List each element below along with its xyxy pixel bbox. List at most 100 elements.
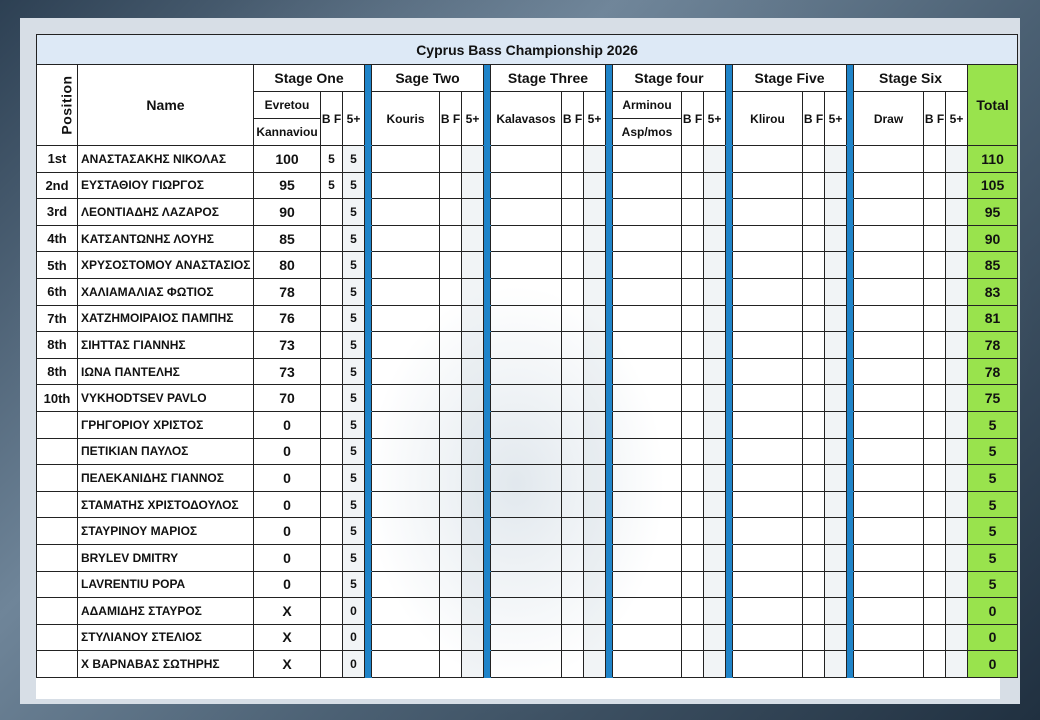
stage-separator	[483, 171, 491, 200]
stage-2-points-cell	[371, 145, 440, 173]
stage-one-points-cell: 90	[253, 198, 321, 226]
stage-separator	[483, 570, 491, 599]
stage-one-five-plus-cell: 5	[342, 224, 365, 253]
venue-stage-four-bottom: Asp/mos	[612, 118, 682, 146]
stage-one-points-cell: X	[253, 597, 321, 625]
stage-separator	[364, 597, 372, 625]
stage-separator	[846, 517, 854, 545]
stage-6-five-plus-cell	[945, 543, 968, 572]
stage-one-points-cell: X	[253, 650, 321, 678]
stage-6-five-plus-cell	[945, 171, 968, 200]
stage-4-points-cell	[612, 543, 682, 572]
stage-4-five-plus-cell	[703, 198, 726, 226]
stage-6-five-plus-cell	[945, 490, 968, 519]
stage-separator	[725, 437, 733, 466]
stage-one-five-plus-cell: 5	[342, 570, 365, 599]
stage-three-header: Stage Three	[490, 64, 606, 92]
stage-5-bf-cell	[802, 171, 825, 200]
stage-separator	[725, 331, 733, 359]
stage-4-bf-cell	[681, 277, 704, 306]
name-cell: ΣΤΥΛΙΑΝΟΥ ΣΤΕΛΙΟΣ	[77, 623, 254, 652]
stage-4-five-plus-cell	[703, 384, 726, 412]
stage-4-bf-cell	[681, 410, 704, 439]
stage-separator	[364, 145, 372, 173]
stage-separator	[605, 304, 613, 333]
table-row: 8th ΙΩΝΑ ΠΑΝΤΕΛΗΣ 73 5 78	[36, 357, 1019, 386]
stage-4-five-plus-cell	[703, 251, 726, 279]
stage-5-bf-cell	[802, 650, 825, 678]
stage-3-points-cell	[490, 277, 562, 306]
stage-6-bf-cell	[923, 650, 946, 678]
stage-2-five-plus-cell	[461, 145, 484, 173]
stage-separator	[725, 517, 733, 545]
stage-separator	[364, 277, 372, 306]
stage-6-points-cell	[853, 543, 924, 572]
stage-6-points-cell	[853, 224, 924, 253]
position-cell: 2nd	[36, 171, 78, 200]
stage-2-points-cell	[371, 490, 440, 519]
stage-4-bf-cell	[681, 597, 704, 625]
venue-stage-six: Draw	[853, 91, 924, 146]
stage-4-five-plus-cell	[703, 304, 726, 333]
stage-3-bf-cell	[561, 277, 584, 306]
table-row: ΓΡΗΓΟΡΙΟΥ ΧΡΙΣΤΟΣ 0 5 5	[36, 410, 1019, 439]
position-cell	[36, 437, 78, 466]
stage-2-points-cell	[371, 251, 440, 279]
stage-6-five-plus-cell	[945, 384, 968, 412]
stage-one-bf-cell: 5	[320, 145, 343, 173]
name-cell: ΑΔΑΜΙΔΗΣ ΣΤΑΥΡΟΣ	[77, 597, 254, 625]
stage-5-bf-cell	[802, 384, 825, 412]
stage-6-bf-cell	[923, 304, 946, 333]
stage-3-bf-cell	[561, 384, 584, 412]
stage-3-points-cell	[490, 198, 562, 226]
stage-5-five-plus-cell	[824, 650, 847, 678]
stage-one-five-plus-cell: 5	[342, 437, 365, 466]
stage-6-bf-cell	[923, 384, 946, 412]
position-cell	[36, 570, 78, 599]
stage-separator	[483, 251, 491, 279]
stage-4-five-plus-cell	[703, 623, 726, 652]
stage-4-bf-cell	[681, 331, 704, 359]
stage-3-bf-cell	[561, 437, 584, 466]
stage-4-points-cell	[612, 597, 682, 625]
stage-5-five-plus-cell	[824, 410, 847, 439]
stage-3-points-cell	[490, 384, 562, 412]
venue-stage-four-top: Arminou	[612, 91, 682, 119]
stage-4-bf-cell	[681, 650, 704, 678]
stage-5-five-plus-cell	[824, 304, 847, 333]
stage-4-bf-cell	[681, 224, 704, 253]
total-cell: 95	[966, 198, 1019, 226]
stage-separator	[364, 357, 372, 386]
stage-one-points-cell: 76	[253, 304, 321, 333]
stage-one-five-plus-cell: 5	[342, 384, 365, 412]
stage-2-points-cell	[371, 597, 440, 625]
stage-separator	[725, 224, 733, 253]
stage-one-header: Stage One	[253, 64, 365, 92]
name-cell: ΧΑΛΙΑΜΑΛΙΑΣ ΦΩΤΙΟΣ	[77, 277, 254, 306]
table-row: 8th ΣΙΗΤΤΑΣ ΓΙΑΝΝΗΣ 73 5 78	[36, 331, 1019, 359]
stage-5-points-cell	[732, 570, 803, 599]
table-row: BRYLEV DMITRY 0 5 5	[36, 543, 1019, 572]
stage-3-bf-cell	[561, 623, 584, 652]
stage-separator	[846, 384, 854, 412]
stage-separator	[605, 437, 613, 466]
venue-stage-three: Kalavasos	[490, 91, 562, 146]
stage-6-bf-cell	[923, 543, 946, 572]
stage-separator	[483, 437, 491, 466]
table-row: 4th ΚΑΤΣΑΝΤΩΝΗΣ ΛΟΥΗΣ 85 5 90	[36, 224, 1019, 253]
stage-3-five-plus-cell	[583, 543, 606, 572]
stage-6-points-cell	[853, 304, 924, 333]
stage-separator	[846, 304, 854, 333]
stage-4-bf-cell	[681, 198, 704, 226]
stage-6-points-cell	[853, 331, 924, 359]
table-row: ΣΤΑΥΡΙΝΟΥ ΜΑΡΙΟΣ 0 5 5	[36, 517, 1019, 545]
name-header: Name	[77, 64, 254, 146]
stage-5-five-plus-cell	[824, 623, 847, 652]
stage-5-five-plus-cell	[824, 570, 847, 599]
stage-separator	[846, 224, 854, 253]
stage-6-five-plus-cell	[945, 410, 968, 439]
stage-3-points-cell	[490, 490, 562, 519]
stage-5-five-plus-cell	[824, 331, 847, 359]
stage-3-points-cell	[490, 464, 562, 492]
stage-2-bf-cell	[439, 224, 462, 253]
